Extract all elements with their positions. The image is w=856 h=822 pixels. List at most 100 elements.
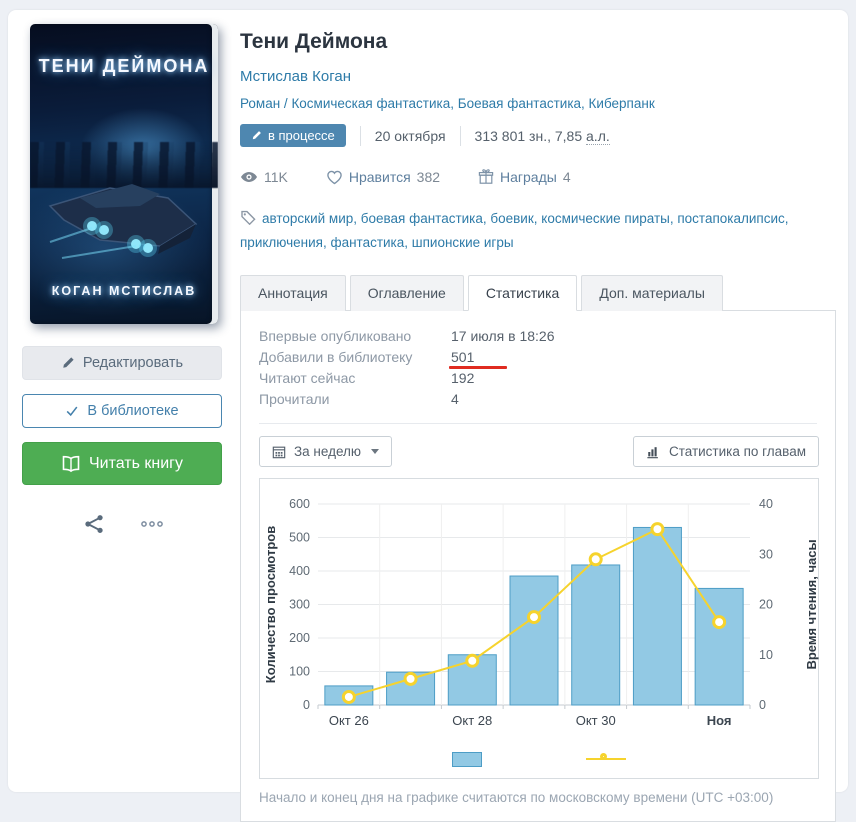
legend-bar-swatch[interactable]: [452, 752, 482, 767]
chart-legend: [260, 740, 818, 778]
edit-button-label: Редактировать: [83, 355, 183, 371]
awards-counter: Награды 4: [478, 169, 571, 185]
separator: [460, 126, 461, 146]
statistics-panel: Впервые опубликовано17 июля в 18:26Добав…: [240, 311, 836, 822]
heart-icon[interactable]: [326, 169, 343, 185]
check-icon: [65, 404, 79, 418]
chart-container: 0100200300400500600010203040Окт 26Окт 28…: [259, 478, 819, 779]
left-axis-title: Количество просмотров: [263, 526, 278, 683]
awards-count: 4: [563, 169, 571, 185]
genre-line: Роман / Космическая фантастика, Боевая ф…: [240, 96, 836, 111]
tab-оглавление[interactable]: Оглавление: [350, 275, 464, 311]
views-bar[interactable]: [510, 576, 558, 705]
more-options-icon[interactable]: [139, 513, 165, 535]
status-badge-label: в процессе: [268, 128, 335, 143]
left-axis-tick: 100: [289, 665, 310, 679]
chart-controls-row: За неделю Статистика по главам: [259, 436, 827, 467]
stat-value: 17 июля в 18:26: [451, 326, 554, 347]
awards-label[interactable]: Награды: [500, 169, 557, 185]
right-axis-title: Время чтения, часы: [804, 540, 819, 670]
right-axis-tick: 20: [759, 598, 773, 612]
likes-label[interactable]: Нравится: [349, 169, 411, 185]
gift-icon: [478, 169, 494, 185]
main-content: Тени Деймона Мстислав Коган Роман / Косм…: [240, 24, 836, 822]
reading-time-point[interactable]: [652, 524, 663, 535]
tabs: АннотацияОглавлениеСтатистикаДоп. матери…: [240, 274, 836, 311]
period-dropdown[interactable]: За неделю: [259, 436, 392, 467]
bar-chart-icon: [646, 445, 661, 459]
stat-label: Добавили в библиотеку: [259, 347, 451, 368]
stat-row: Впервые опубликовано17 июля в 18:26: [259, 326, 827, 347]
reading-time-point[interactable]: [405, 674, 416, 685]
x-axis-label: Окт 30: [576, 713, 616, 728]
likes-count: 382: [417, 169, 440, 185]
left-axis-tick: 500: [289, 531, 310, 545]
book-size-unit[interactable]: а.л.: [586, 128, 610, 145]
x-axis-label: Окт 28: [452, 713, 492, 728]
tags-row: авторский мир, боевая фантастика, боевик…: [240, 207, 832, 254]
timezone-note: Начало и конец дня на графике считаются …: [259, 790, 827, 805]
reading-time-point[interactable]: [343, 692, 354, 703]
views-bar[interactable]: [695, 589, 743, 706]
book-size-chars: 313 801 зн., 7,85: [475, 128, 583, 144]
tag-links[interactable]: авторский мир, боевая фантастика, боевик…: [240, 211, 789, 250]
left-axis-tick: 300: [289, 598, 310, 612]
left-column: ТЕНИ ДЕЙМОНА КОГАН МСТИСЛАВ Редактироват…: [22, 24, 226, 535]
in-library-button[interactable]: В библиотеке: [22, 394, 222, 428]
stat-label: Прочитали: [259, 389, 451, 410]
views-counter: 11K: [240, 169, 288, 185]
spaceship-illustration: [40, 154, 208, 274]
tab-аннотация[interactable]: Аннотация: [240, 275, 346, 311]
views-reading-chart: 0100200300400500600010203040Окт 26Окт 28…: [260, 481, 828, 735]
cover-title-text: ТЕНИ ДЕЙМОНА: [30, 56, 218, 77]
views-count: 11K: [264, 169, 288, 185]
views-bar[interactable]: [572, 565, 620, 705]
reading-time-point[interactable]: [529, 612, 540, 623]
reading-time-point[interactable]: [467, 656, 478, 667]
meta-row: в процессе 20 октября 313 801 зн., 7,85 …: [240, 124, 836, 147]
share-icon[interactable]: [83, 513, 105, 535]
stat-row: Читают сейчас192: [259, 368, 827, 389]
in-library-button-label: В библиотеке: [87, 403, 178, 419]
stat-value: 192: [451, 368, 474, 389]
cover-author-text: КОГАН МСТИСЛАВ: [30, 284, 218, 298]
stat-value: 501: [451, 347, 474, 368]
share-actions-row: [22, 513, 226, 535]
chevron-down-icon: [371, 449, 379, 454]
book-size: 313 801 зн., 7,85 а.л.: [475, 128, 610, 144]
edit-button[interactable]: Редактировать: [22, 346, 222, 380]
stat-row: Добавили в библиотеку501: [259, 347, 827, 368]
stat-label: Читают сейчас: [259, 368, 451, 389]
left-axis-tick: 400: [289, 564, 310, 578]
read-book-button[interactable]: Читать книгу: [22, 442, 222, 485]
right-axis-tick: 30: [759, 548, 773, 562]
tab-active-статистика[interactable]: Статистика: [468, 275, 578, 311]
open-book-icon: [61, 455, 81, 473]
tab-доп-материалы[interactable]: Доп. материалы: [581, 275, 723, 311]
read-book-button-label: Читать книгу: [89, 455, 183, 473]
legend-line-marker: [600, 753, 607, 760]
stat-value: 4: [451, 389, 459, 410]
stat-label: Впервые опубликовано: [259, 326, 451, 347]
divider: [259, 423, 817, 424]
genre-link[interactable]: Роман: [240, 96, 280, 111]
left-axis-tick: 200: [289, 631, 310, 645]
legend-line-swatch[interactable]: [586, 758, 626, 760]
status-badge[interactable]: в процессе: [240, 124, 346, 147]
reading-time-point[interactable]: [590, 554, 601, 565]
counters-row: 11K Нравится 382: [240, 169, 836, 185]
book-page-card: ТЕНИ ДЕЙМОНА КОГАН МСТИСЛАВ Редактироват…: [8, 10, 848, 792]
calendar-icon: [272, 445, 286, 459]
page-title: Тени Деймона: [240, 30, 836, 54]
last-update-date: 20 октября: [375, 128, 446, 144]
author-link[interactable]: Мстислав Коган: [240, 68, 351, 85]
genre-link[interactable]: Космическая фантастика: [291, 96, 450, 111]
right-axis-tick: 0: [759, 698, 766, 712]
genre-link[interactable]: Боевая фантастика: [458, 96, 581, 111]
tag-icon: [240, 209, 256, 225]
reading-time-point[interactable]: [714, 617, 725, 628]
genre-link[interactable]: Киберпанк: [589, 96, 655, 111]
book-cover[interactable]: ТЕНИ ДЕЙМОНА КОГАН МСТИСЛАВ: [30, 24, 218, 324]
chapter-stats-button[interactable]: Статистика по главам: [633, 436, 819, 467]
x-axis-label: Ноя: [707, 713, 732, 728]
